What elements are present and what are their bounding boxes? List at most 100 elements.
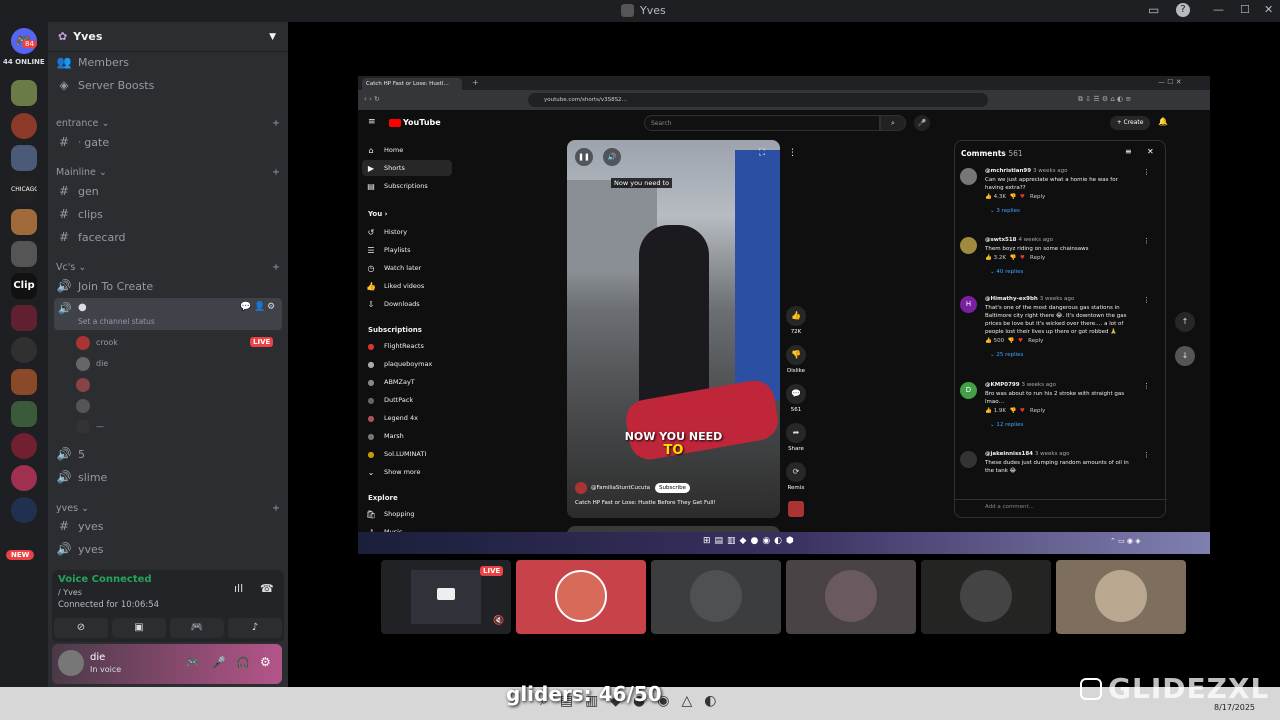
comment-author[interactable]: @jakeinniss184 3 weeks ago <box>985 451 1069 457</box>
stream-tile-user[interactable] <box>1056 560 1186 634</box>
soundboard-button[interactable]: ♪ <box>228 618 282 638</box>
channel-gate[interactable]: # ᐧ gate <box>56 132 280 152</box>
member-name[interactable]: — <box>96 422 104 431</box>
reply-button[interactable]: Reply <box>1030 194 1045 200</box>
fullscreen-icon[interactable]: ⛶ <box>753 148 771 166</box>
comment-more-icon[interactable]: ⋮ <box>1143 168 1150 176</box>
you-heading[interactable]: You › <box>362 206 452 222</box>
nav-history[interactable]: ↺ History <box>362 224 452 240</box>
taskbar-app-icons[interactable]: ⊞▤▥◆●◉◐⬢ <box>703 536 798 546</box>
muted-speaker-icon[interactable]: 🔇 <box>493 616 504 626</box>
stream-tile-user[interactable] <box>921 560 1051 634</box>
voice-status[interactable]: Voice Connected <box>58 574 152 585</box>
mute-icon[interactable]: 🎮 <box>186 656 200 669</box>
thumbs-up-icon[interactable]: 👍 <box>985 408 992 414</box>
server-icon[interactable] <box>11 433 37 459</box>
server-icon[interactable] <box>11 465 37 491</box>
replies-toggle[interactable]: ⌄ 40 replies <box>990 269 1023 275</box>
gear-icon[interactable]: ⚙ <box>267 302 275 312</box>
thumbs-up-icon[interactable]: 👍 <box>985 338 992 344</box>
channel-avatar[interactable] <box>575 482 587 494</box>
nav-liked[interactable]: 👍 Liked videos <box>362 278 452 294</box>
server-icon[interactable]: CHICAGO <box>11 177 37 203</box>
like-icon[interactable]: 👍 <box>786 306 806 326</box>
replies-toggle[interactable]: ⌄ 12 replies <box>990 422 1023 428</box>
voice-5[interactable]: 🔊 5 <box>56 444 280 464</box>
voice-channel[interactable]: / Yves <box>58 588 82 597</box>
nav-watch-later[interactable]: ◷ Watch later <box>362 260 452 276</box>
sub-item[interactable]: ● DuttPack <box>362 392 452 408</box>
thumbs-down-icon[interactable]: 👎 <box>1009 408 1016 414</box>
voice-yves[interactable]: 🔊 yves <box>56 539 280 559</box>
search-input[interactable]: Search <box>644 115 880 131</box>
sub-item[interactable]: ● Legend 4x <box>362 410 452 426</box>
sub-item[interactable]: ● FlightReacts <box>362 338 452 354</box>
server-icon[interactable] <box>11 369 37 395</box>
share-icon[interactable]: ➦ <box>786 423 806 443</box>
avatar[interactable] <box>76 420 90 434</box>
thumbs-up-icon[interactable]: 👍 <box>985 255 992 261</box>
youtube-logo[interactable]: YouTube <box>403 118 441 127</box>
reply-button[interactable]: Reply <box>1028 338 1043 344</box>
replies-toggle[interactable]: ⌄ 25 replies <box>990 352 1023 358</box>
server-icon[interactable] <box>11 145 37 171</box>
thumbs-up-icon[interactable]: 👍 <box>985 194 992 200</box>
screen-share-button[interactable]: ▣ <box>112 618 166 638</box>
sound-thumbnail[interactable] <box>788 501 804 517</box>
comment-author[interactable]: @KMP0799 3 weeks ago <box>985 382 1056 388</box>
avatar[interactable] <box>76 399 90 413</box>
server-icon[interactable] <box>11 241 37 267</box>
menu-icon[interactable]: ≡ <box>368 117 376 127</box>
active-voice-channel[interactable]: 🔊 ● 💬 👤 ⚙ Set a channel status <box>54 298 282 330</box>
dislike-icon[interactable]: 👎 <box>786 345 806 365</box>
shared-browser-window[interactable]: Catch HP Fast or Lose: Hustl… + — ☐ ✕ ‹ … <box>358 76 1210 554</box>
signal-icon[interactable]: ıll <box>234 582 243 595</box>
microphone-icon[interactable]: 🎤 <box>914 115 930 131</box>
server-icon[interactable] <box>11 113 37 139</box>
server-header[interactable]: ✿ Yves ▼ <box>48 22 288 52</box>
address-bar[interactable]: youtube.com/shorts/v3S8S2… <box>528 93 988 107</box>
category-entrance[interactable]: entrance ⌄ + <box>56 118 280 129</box>
comment-author[interactable]: @swtx518 4 weeks ago <box>985 237 1053 243</box>
comments-icon[interactable]: 💬 <box>786 384 806 404</box>
system-tray-icons[interactable]: ⌃ ▭ ◉ ◈ <box>1110 537 1141 545</box>
create-button[interactable]: + Create <box>1110 116 1150 130</box>
server-icon[interactable] <box>11 80 37 106</box>
server-icon[interactable] <box>11 209 37 235</box>
nav-subscriptions[interactable]: ▤ Subscriptions <box>362 178 452 194</box>
sub-item[interactable]: ● Sol.LUMINATI <box>362 446 452 462</box>
camera-button[interactable]: ⊘ <box>54 618 108 638</box>
avatar[interactable] <box>76 378 90 392</box>
scroll-down-button[interactable]: ↓ <box>1175 346 1195 366</box>
comment-more-icon[interactable]: ⋮ <box>1143 382 1150 390</box>
show-more[interactable]: ⌄ Show more <box>362 464 452 480</box>
avatar[interactable] <box>76 336 90 350</box>
subscribe-button[interactable]: Subscribe <box>655 483 691 493</box>
server-icon[interactable] <box>11 337 37 363</box>
thumbs-down-icon[interactable]: 👎 <box>1009 255 1016 261</box>
nav-shopping[interactable]: 🛍 Shopping <box>362 506 452 522</box>
stream-tile-screenshare[interactable]: LIVE 🔇 <box>381 560 511 634</box>
member-name[interactable]: crook <box>96 338 118 347</box>
comment-more-icon[interactable]: ⋮ <box>1143 451 1150 459</box>
channel-facecard[interactable]: # facecard <box>56 227 280 247</box>
comment-author[interactable]: @Himathy-ex9bh 3 weeks ago <box>985 296 1074 302</box>
comment-more-icon[interactable]: ⋮ <box>1143 296 1150 304</box>
nav-shorts[interactable]: ▶ Shorts <box>362 160 452 176</box>
minimize-button[interactable]: — <box>1213 3 1224 16</box>
avatar[interactable] <box>960 237 977 254</box>
sub-item[interactable]: ● plaqueboymax <box>362 356 452 372</box>
channel-name[interactable]: @FamiliaStuntCucuta <box>591 485 650 491</box>
voice-slime[interactable]: 🔊 slime <box>56 467 280 487</box>
search-icon[interactable]: ⌕ <box>880 115 906 131</box>
sort-icon[interactable]: ≡ <box>1125 147 1132 156</box>
scroll-up-button[interactable]: ↑ <box>1175 312 1195 332</box>
comment-more-icon[interactable]: ⋮ <box>1143 237 1150 245</box>
avatar[interactable] <box>960 451 977 468</box>
youtube-logo-icon[interactable] <box>389 119 401 127</box>
avatar[interactable] <box>960 168 977 185</box>
channel-yves[interactable]: # yves <box>56 516 280 536</box>
nav-playlists[interactable]: ☰ Playlists <box>362 242 452 258</box>
clip-server-icon[interactable]: Clip <box>11 273 37 299</box>
microphone-icon[interactable]: 🎤 <box>212 656 226 669</box>
